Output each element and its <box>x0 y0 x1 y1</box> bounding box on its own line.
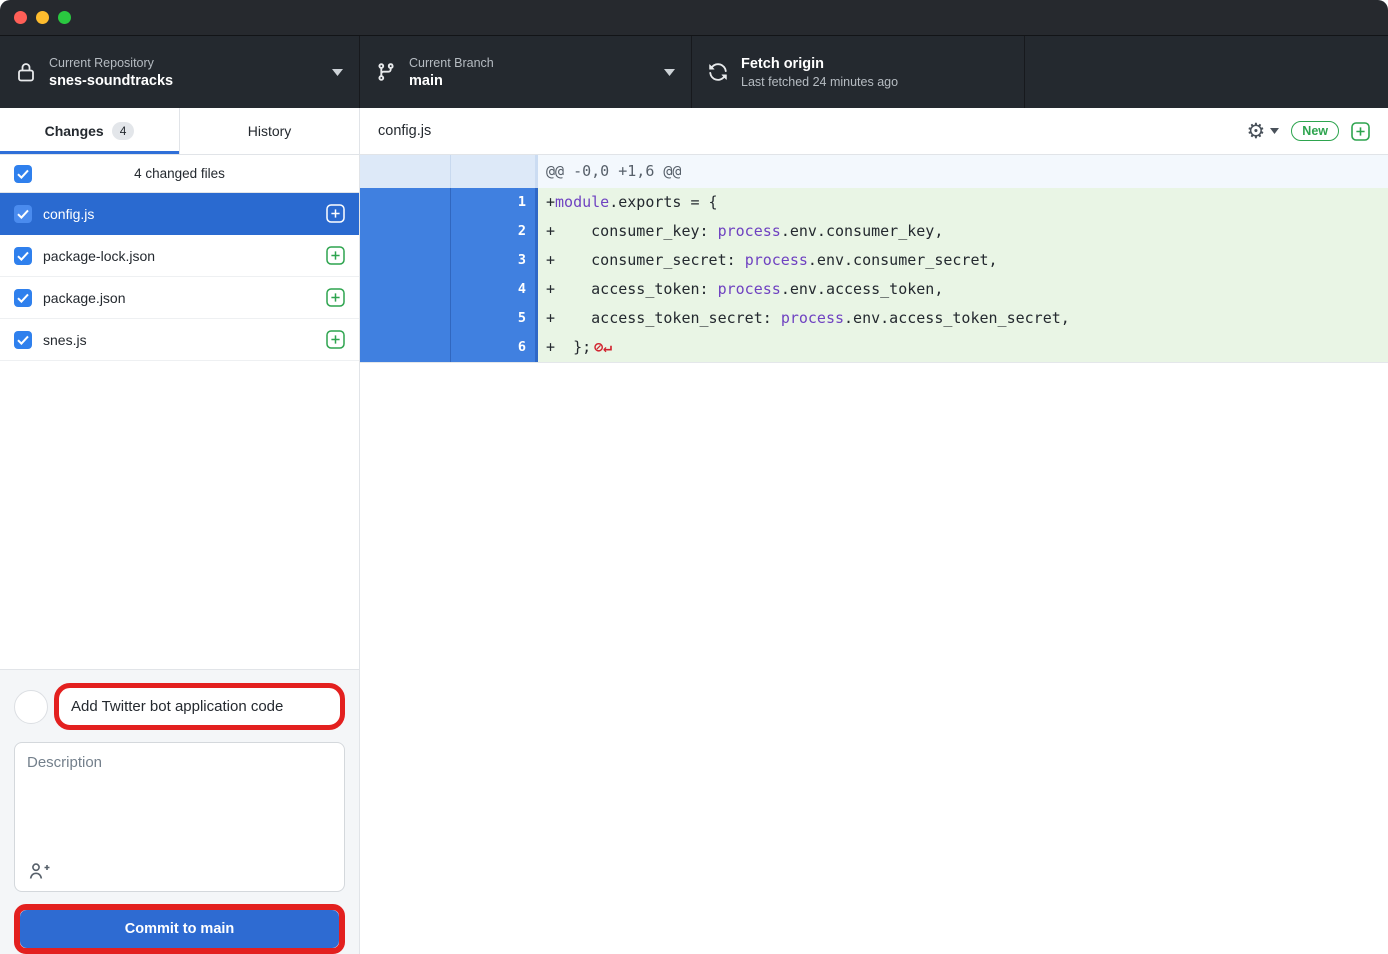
tab-changes-label: Changes <box>45 123 104 139</box>
line-number: 5 <box>451 304 535 333</box>
new-file-badge: New <box>1291 121 1339 141</box>
branch-name: main <box>409 73 494 89</box>
fetch-subtitle: Last fetched 24 minutes ago <box>741 75 898 89</box>
file-name: package.json <box>43 290 315 306</box>
fetch-origin-button[interactable]: Fetch origin Last fetched 24 minutes ago <box>692 36 1025 108</box>
commit-form: Add Twitter bot application code Descrip… <box>0 669 359 954</box>
close-button[interactable] <box>14 11 27 24</box>
select-all-checkbox[interactable] <box>14 165 32 183</box>
app-window: Current Repository snes-soundtracks Curr… <box>0 0 1388 954</box>
diff-line-1[interactable]: 1+module.exports = { <box>360 188 1388 217</box>
toolbar: Current Repository snes-soundtracks Curr… <box>0 36 1388 108</box>
plus-square-icon[interactable] <box>1351 122 1370 141</box>
diff-code: + access_token: process.env.access_token… <box>538 275 1388 304</box>
commit-summary-input[interactable]: Add Twitter bot application code <box>71 698 283 715</box>
file-checkbox[interactable] <box>14 331 32 349</box>
commit-summary-row: Add Twitter bot application code <box>14 683 345 730</box>
diff-code: + };⊘↵ <box>538 333 1388 362</box>
commit-button[interactable]: Commit to main <box>20 910 339 948</box>
diff-code: + consumer_key: process.env.consumer_key… <box>538 217 1388 246</box>
diff-line-5[interactable]: 5+ access_token_secret: process.env.acce… <box>360 304 1388 333</box>
file-name: snes.js <box>43 332 315 348</box>
sidebar-tabs: Changes 4 History <box>0 108 359 155</box>
git-branch-icon <box>376 62 396 82</box>
diff-code: + access_token_secret: process.env.acces… <box>538 304 1388 333</box>
diff-body: @@ -0,0 +1,6 @@1+module.exports = {2+ co… <box>360 155 1388 954</box>
diff-header: config.js ⚙ New <box>360 108 1388 155</box>
repository-label: Current Repository <box>49 56 173 70</box>
chevron-down-icon <box>664 69 675 76</box>
diff-lines: @@ -0,0 +1,6 @@1+module.exports = {2+ co… <box>360 155 1388 363</box>
tab-history-label: History <box>248 123 292 139</box>
file-row-package.json[interactable]: package.json <box>0 277 359 319</box>
changed-file-list: config.js package-lock.json package.json sn… <box>0 193 359 669</box>
line-number: 4 <box>451 275 535 304</box>
minimize-button[interactable] <box>36 11 49 24</box>
file-row-package-lock.json[interactable]: package-lock.json <box>0 235 359 277</box>
repository-name: snes-soundtracks <box>49 73 173 89</box>
diff-line-4[interactable]: 4+ access_token: process.env.access_toke… <box>360 275 1388 304</box>
changed-files-count: 4 changed files <box>32 166 327 181</box>
chevron-down-icon <box>1270 128 1279 134</box>
current-branch-button[interactable]: Current Branch main <box>360 36 692 108</box>
lock-icon <box>16 61 36 83</box>
file-checkbox[interactable] <box>14 205 32 223</box>
diff-file-title: config.js <box>378 123 431 139</box>
diff-gutter[interactable]: 4 <box>360 275 538 304</box>
commit-button-label: Commit to <box>125 921 197 937</box>
gear-icon: ⚙ <box>1246 121 1265 142</box>
zoom-button[interactable] <box>58 11 71 24</box>
line-number: 2 <box>451 217 535 246</box>
diff-gutter[interactable]: 1 <box>360 188 538 217</box>
file-row-config.js[interactable]: config.js <box>0 193 359 235</box>
diff-gutter[interactable]: 3 <box>360 246 538 275</box>
tab-changes[interactable]: Changes 4 <box>0 108 179 154</box>
diff-gutter[interactable]: 2 <box>360 217 538 246</box>
annotation-summary-highlight: Add Twitter bot application code <box>54 683 345 730</box>
file-checkbox[interactable] <box>14 289 32 307</box>
added-file-icon <box>326 330 345 349</box>
diff-code: + consumer_secret: process.env.consumer_… <box>538 246 1388 275</box>
sync-icon <box>708 62 728 82</box>
description-placeholder: Description <box>27 754 102 771</box>
diff-gutter[interactable]: 6 <box>360 333 538 362</box>
sidebar: Changes 4 History 4 changed files config… <box>0 108 360 954</box>
line-number: 6 <box>451 333 535 362</box>
changed-files-header: 4 changed files <box>0 155 359 193</box>
diff-line-3[interactable]: 3+ consumer_secret: process.env.consumer… <box>360 246 1388 275</box>
hunk-header-text: @@ -0,0 +1,6 @@ <box>538 155 1388 188</box>
chevron-down-icon <box>332 69 343 76</box>
line-number: 3 <box>451 246 535 275</box>
annotation-commit-highlight: Commit to main <box>14 904 345 954</box>
diff-hunk-header: @@ -0,0 +1,6 @@ <box>360 155 1388 188</box>
commit-description-input[interactable]: Description <box>14 742 345 892</box>
file-name: package-lock.json <box>43 248 315 264</box>
file-name: config.js <box>43 206 315 222</box>
diff-settings-button[interactable]: ⚙ <box>1246 121 1279 142</box>
titlebar <box>0 0 1388 36</box>
file-checkbox[interactable] <box>14 247 32 265</box>
diff-line-6[interactable]: 6+ };⊘↵ <box>360 333 1388 362</box>
current-repository-button[interactable]: Current Repository snes-soundtracks <box>0 36 360 108</box>
avatar <box>14 690 48 724</box>
diff-line-2[interactable]: 2+ consumer_key: process.env.consumer_ke… <box>360 217 1388 246</box>
diff-code: +module.exports = { <box>538 188 1388 217</box>
diff-gutter[interactable]: 5 <box>360 304 538 333</box>
person-add-icon[interactable] <box>28 861 51 881</box>
added-file-icon <box>326 204 345 223</box>
fetch-title: Fetch origin <box>741 56 898 72</box>
diff-panel: config.js ⚙ New @@ -0,0 +1,6 @@1+module. <box>360 108 1388 954</box>
file-row-snes.js[interactable]: snes.js <box>0 319 359 361</box>
commit-button-branch: main <box>200 921 234 937</box>
branch-label: Current Branch <box>409 56 494 70</box>
line-number: 1 <box>451 188 535 217</box>
changes-count-badge: 4 <box>112 122 135 140</box>
diff-gutter <box>360 155 538 188</box>
added-file-icon <box>326 288 345 307</box>
main-area: Changes 4 History 4 changed files config… <box>0 108 1388 954</box>
added-file-icon <box>326 246 345 265</box>
tab-history[interactable]: History <box>179 108 359 154</box>
